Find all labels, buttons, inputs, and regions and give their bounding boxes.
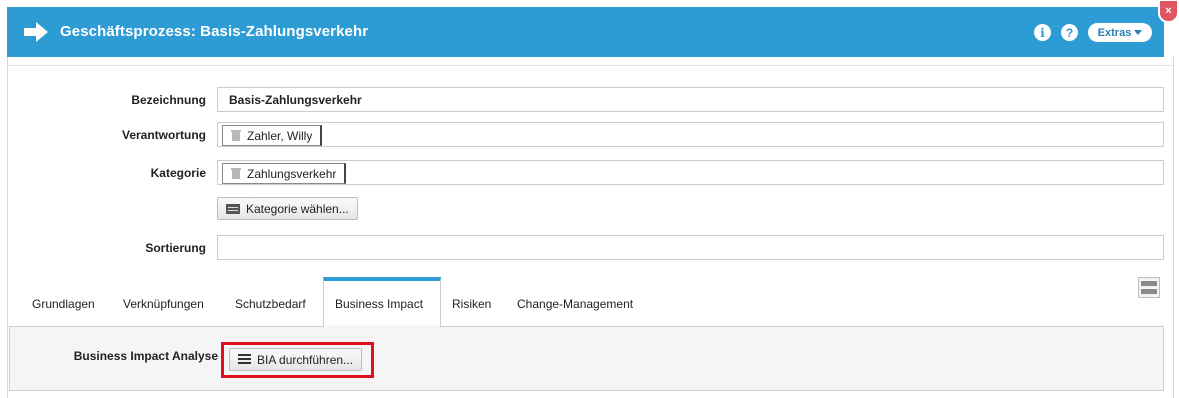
layout-toggle-icon[interactable] (1138, 277, 1160, 298)
tab-business-impact[interactable]: Business Impact (323, 277, 441, 327)
close-button[interactable]: × (1158, 1, 1179, 23)
highlight-box (221, 342, 374, 378)
kategorie-waehlen-label: Kategorie wählen... (246, 201, 349, 216)
tab-bar: Grundlagen Verknüpfungen Schutzbedarf Bu… (7, 277, 1174, 327)
kategorie-chip[interactable]: Zahlungsverkehr (222, 163, 347, 184)
extras-button[interactable]: Extras (1088, 23, 1152, 42)
tab-schutzbedarf[interactable]: Schutzbedarf (235, 297, 306, 311)
dialog-title: Geschäftsprozess: Basis-Zahlungsverkehr (60, 23, 369, 40)
bezeichnung-field[interactable]: Basis-Zahlungsverkehr (217, 87, 1164, 112)
sortierung-field[interactable] (217, 235, 1164, 260)
sortierung-label: Sortierung (145, 241, 206, 255)
bezeichnung-value: Basis-Zahlungsverkehr (229, 93, 362, 107)
trash-icon[interactable] (231, 130, 241, 141)
kategorie-waehlen-button[interactable]: Kategorie wählen... (217, 197, 358, 220)
verantwortung-label: Verantwortung (121, 128, 206, 142)
help-icon[interactable]: ? (1061, 24, 1078, 41)
dialog-header: Geschäftsprozess: Basis-Zahlungsverkehr … (7, 7, 1164, 57)
verantwortung-chip[interactable]: Zahler, Willy (222, 125, 323, 146)
tab-verknuepfungen[interactable]: Verknüpfungen (123, 297, 204, 311)
tab-risiken[interactable]: Risiken (452, 297, 491, 311)
verantwortung-chip-label: Zahler, Willy (247, 128, 313, 143)
kategorie-chip-label: Zahlungsverkehr (247, 166, 337, 181)
table-icon (226, 203, 240, 214)
kategorie-label: Kategorie (150, 166, 206, 180)
trash-icon[interactable] (231, 168, 241, 179)
verantwortung-field[interactable]: Zahler, Willy (217, 122, 1164, 147)
extras-label: Extras (1097, 26, 1132, 39)
tab-grundlagen[interactable]: Grundlagen (32, 297, 95, 311)
info-icon[interactable]: i (1034, 24, 1051, 41)
bezeichnung-label: Bezeichnung (131, 93, 206, 107)
divider (7, 65, 1174, 66)
kategorie-field[interactable]: Zahlungsverkehr (217, 160, 1164, 185)
arrow-right-icon (24, 22, 48, 42)
close-icon: × (1165, 5, 1172, 17)
bia-label: Business Impact Analyse (73, 349, 218, 363)
caret-down-icon (1134, 30, 1143, 35)
tab-business-impact-label: Business Impact (335, 297, 424, 311)
tab-connector (324, 325, 440, 327)
tab-change-management[interactable]: Change-Management (517, 297, 633, 311)
